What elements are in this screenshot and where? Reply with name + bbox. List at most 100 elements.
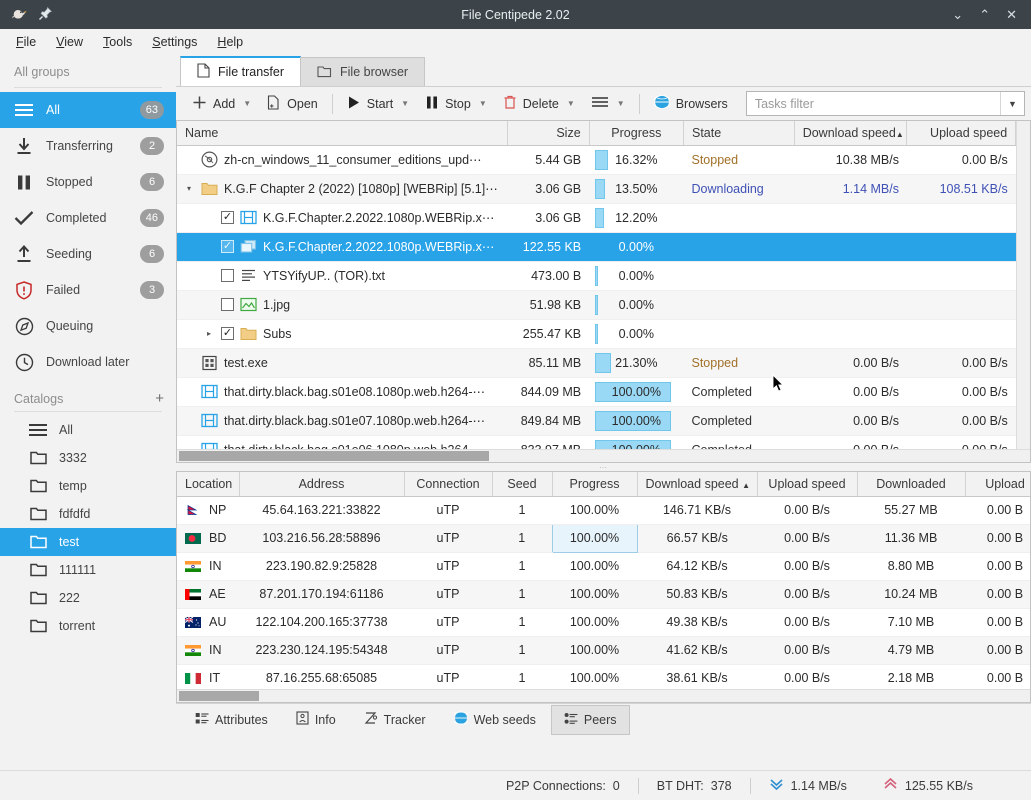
tab-file-transfer[interactable]: File transfer [180, 56, 301, 86]
catalog-item-torrent[interactable]: torrent [0, 612, 176, 640]
row-checkbox[interactable] [221, 269, 234, 282]
sidebar-item-queuing[interactable]: Queuing [0, 308, 176, 344]
peer-column-header-connection[interactable]: Connection [404, 472, 492, 496]
menu-file[interactable]: File [6, 32, 46, 52]
peers-horizontal-scrollbar[interactable] [177, 689, 1030, 702]
chevron-down-icon[interactable]: ▼ [401, 99, 409, 108]
peer-upload-speed: 0.00 B/s [757, 496, 857, 524]
column-header-progress[interactable]: Progress [589, 121, 683, 145]
sidebar-item-stopped[interactable]: Stopped6 [0, 164, 176, 200]
scrollbar-thumb[interactable] [179, 691, 259, 701]
detail-tab-tracker[interactable]: Tracker [351, 704, 439, 735]
more-menu-button[interactable]: ▼ [583, 91, 633, 116]
delete-button[interactable]: Delete ▼ [495, 91, 583, 117]
sidebar-item-download-later[interactable]: Download later [0, 344, 176, 380]
peer-column-header-upload-speed[interactable]: Upload speed [757, 472, 857, 496]
peer-column-header-upload[interactable]: Upload [965, 472, 1030, 496]
sidebar-item-transferring[interactable]: Transferring2 [0, 128, 176, 164]
detail-tab-attributes[interactable]: Attributes [182, 705, 281, 735]
row-checkbox[interactable]: ✓ [221, 211, 234, 224]
tasks-vertical-scrollbar[interactable] [1016, 121, 1030, 449]
expand-toggle-icon[interactable]: ▾ [183, 184, 195, 193]
detail-tab-info[interactable]: Info [283, 704, 349, 735]
chevron-down-icon[interactable]: ▼ [1000, 92, 1024, 115]
expand-toggle-icon[interactable]: ▸ [203, 329, 215, 338]
sidebar-item-failed[interactable]: Failed3 [0, 272, 176, 308]
column-header-name[interactable]: Name [177, 121, 507, 145]
task-row[interactable]: YTSYifyUP.. (TOR).txt 473.00 B 0.00% [177, 261, 1016, 290]
peer-row[interactable]: IT87.16.255.68:65085uTP1100.00%38.61 KB/… [177, 664, 1030, 689]
add-button[interactable]: Add ▼ [184, 91, 259, 117]
peer-row[interactable]: AE87.201.170.194:61186uTP1100.00%50.83 K… [177, 580, 1030, 608]
chevron-down-icon[interactable]: ▼ [479, 99, 487, 108]
row-checkbox[interactable]: ✓ [221, 240, 234, 253]
peer-row[interactable]: BD103.216.56.28:58896uTP1100.00%66.57 KB… [177, 524, 1030, 552]
menu-tools[interactable]: Tools [93, 32, 142, 52]
chevron-down-icon[interactable]: ▼ [617, 99, 625, 108]
panel-splitter[interactable]: ⋯ [176, 463, 1031, 471]
add-catalog-button[interactable]: + [155, 390, 164, 407]
open-button[interactable]: Open [259, 91, 326, 117]
menu-settings[interactable]: Settings [142, 32, 207, 52]
catalog-item-3332[interactable]: 3332 [0, 444, 176, 472]
sidebar-item-completed[interactable]: Completed46 [0, 200, 176, 236]
pin-icon[interactable] [38, 6, 53, 24]
sidebar-item-seeding[interactable]: Seeding6 [0, 236, 176, 272]
tasks-filter-input[interactable]: Tasks filter ▼ [746, 91, 1025, 116]
task-download-speed [794, 290, 907, 319]
tasks-table-body: zh-cn_windows_11_consumer_editions_upd⋯ … [177, 145, 1016, 449]
sidebar-item-all[interactable]: All63 [0, 92, 176, 128]
task-row[interactable]: that.dirty.black.bag.s01e08.1080p.web.h2… [177, 377, 1016, 406]
column-header-download-speed[interactable]: Download speed▲ [794, 121, 907, 145]
column-header-state[interactable]: State [683, 121, 794, 145]
task-row[interactable]: ▸✓ Subs 255.47 KB 0.00% [177, 319, 1016, 348]
peer-column-header-location[interactable]: Location [177, 472, 239, 496]
task-row[interactable]: test.exe 85.11 MB 21.30%Stopped0.00 B/s0… [177, 348, 1016, 377]
peer-column-header-download-speed[interactable]: Download speed ▲ [637, 472, 757, 496]
chevron-down-icon[interactable]: ▼ [243, 99, 251, 108]
menu-help[interactable]: Help [207, 32, 253, 52]
tasks-horizontal-scrollbar[interactable] [177, 449, 1030, 462]
row-checkbox[interactable] [221, 298, 234, 311]
catalog-item-111111[interactable]: 111111 [0, 556, 176, 584]
catalog-item-temp[interactable]: temp [0, 472, 176, 500]
detail-tab-peers[interactable]: Peers [551, 705, 630, 735]
menu-view[interactable]: View [46, 32, 93, 52]
catalog-item-fdfdfd[interactable]: fdfdfd [0, 500, 176, 528]
task-row[interactable]: ▾ K.G.F Chapter 2 (2022) [1080p] [WEBRip… [177, 174, 1016, 203]
peer-column-header-address[interactable]: Address [239, 472, 404, 496]
start-button[interactable]: Start ▼ [339, 91, 417, 117]
detail-tab-label: Info [315, 713, 336, 727]
peer-row[interactable]: NP45.64.163.221:33822uTP1100.00%146.71 K… [177, 496, 1030, 524]
catalog-item-222[interactable]: 222 [0, 584, 176, 612]
peer-column-header-seed[interactable]: Seed [492, 472, 552, 496]
task-row[interactable]: that.dirty.black.bag.s01e07.1080p.web.h2… [177, 406, 1016, 435]
maximize-button[interactable]: ⌃ [979, 8, 990, 21]
column-header-upload-speed[interactable]: Upload speed [907, 121, 1016, 145]
task-row[interactable]: that.dirty.black.bag.s01e06.1080p.web.h2… [177, 435, 1016, 449]
task-row[interactable]: 1.jpg 51.98 KB 0.00% [177, 290, 1016, 319]
column-header-size[interactable]: Size [507, 121, 589, 145]
peer-download-speed: 38.61 KB/s [637, 664, 757, 689]
task-row[interactable]: zh-cn_windows_11_consumer_editions_upd⋯ … [177, 145, 1016, 174]
task-row[interactable]: ✓ K.G.F.Chapter.2.2022.1080p.WEBRip.x⋯ 1… [177, 232, 1016, 261]
chevron-down-icon[interactable]: ▼ [567, 99, 575, 108]
peer-row[interactable]: IN223.230.124.195:54348uTP1100.00%41.62 … [177, 636, 1030, 664]
catalog-item-all[interactable]: All [0, 416, 176, 444]
close-button[interactable]: ✕ [1006, 8, 1017, 21]
peer-row[interactable]: AU122.104.200.165:37738uTP1100.00%49.38 … [177, 608, 1030, 636]
detail-tab-web-seeds[interactable]: Web seeds [441, 704, 549, 735]
peer-row[interactable]: IN223.190.82.9:25828uTP1100.00%64.12 KB/… [177, 552, 1030, 580]
stop-button[interactable]: Stop ▼ [417, 91, 495, 117]
peer-column-header-downloaded[interactable]: Downloaded [857, 472, 965, 496]
catalog-item-test[interactable]: test [0, 528, 176, 556]
minimize-button[interactable]: ⌄ [952, 8, 963, 21]
peer-progress: 100.00% [552, 580, 637, 608]
task-row[interactable]: ✓ K.G.F.Chapter.2.2022.1080p.WEBRip.x⋯ 3… [177, 203, 1016, 232]
row-checkbox[interactable]: ✓ [221, 327, 234, 340]
task-upload-speed: 0.00 B/s [907, 435, 1016, 449]
peer-column-header-progress[interactable]: Progress [552, 472, 637, 496]
scrollbar-thumb[interactable] [179, 451, 489, 461]
tab-file-browser[interactable]: File browser [300, 57, 425, 86]
browsers-button[interactable]: Browsers [646, 90, 736, 117]
